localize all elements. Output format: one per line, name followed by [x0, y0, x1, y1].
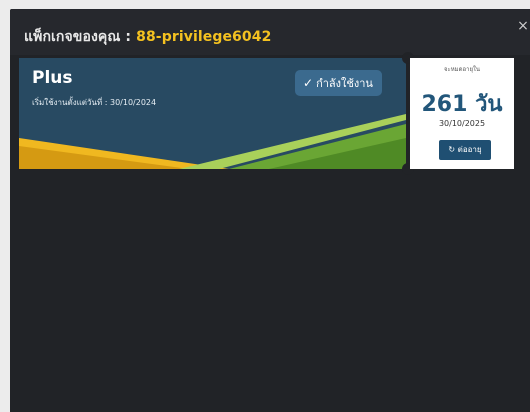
modal-title: แพ็กเกจของคุณ : 88-privilege6042 — [24, 26, 271, 48]
modal-body: Plus เริ่มใช้งานตั้งแต่วันที่ : 30/10/20… — [10, 52, 530, 412]
plan-start-date: เริ่มใช้งานตั้งแต่วันที่ : 30/10/2024 — [32, 98, 157, 107]
modal-header: แพ็กเกจของคุณ : 88-privilege6042 × — [10, 9, 530, 55]
close-icon[interactable]: × — [516, 18, 530, 34]
status-badge: ✓ กำลังใช้งาน — [295, 70, 382, 96]
package-modal: แพ็กเกจของคุณ : 88-privilege6042 × Plus … — [10, 9, 530, 412]
plan-name: Plus — [32, 68, 73, 88]
ticket-main: Plus เริ่มใช้งานตั้งแต่วันที่ : 30/10/20… — [19, 58, 406, 169]
modal-title-prefix: แพ็กเกจของคุณ : — [24, 29, 137, 45]
expire-date: 30/10/2025 — [438, 119, 486, 128]
package-name: 88-privilege6042 — [136, 29, 272, 45]
renew-label: ต่ออายุ — [457, 145, 482, 154]
renew-icon: ↻ — [448, 145, 456, 154]
expire-label: จะหมดอายุใน — [443, 66, 481, 73]
status-label: กำลังใช้งาน — [316, 77, 373, 90]
ticket-expiry-panel: จะหมดอายุใน 261 วัน 30/10/2025 ↻ ต่ออายุ — [410, 58, 514, 169]
ticket-perforation — [407, 58, 409, 169]
package-ticket: Plus เริ่มใช้งานตั้งแต่วันที่ : 30/10/20… — [19, 52, 514, 175]
renew-button[interactable]: ↻ ต่ออายุ — [439, 140, 491, 160]
check-icon: ✓ — [303, 76, 314, 90]
days-left: 261 วัน — [421, 92, 503, 117]
ticket-zigzag-edge — [19, 58, 23, 169]
